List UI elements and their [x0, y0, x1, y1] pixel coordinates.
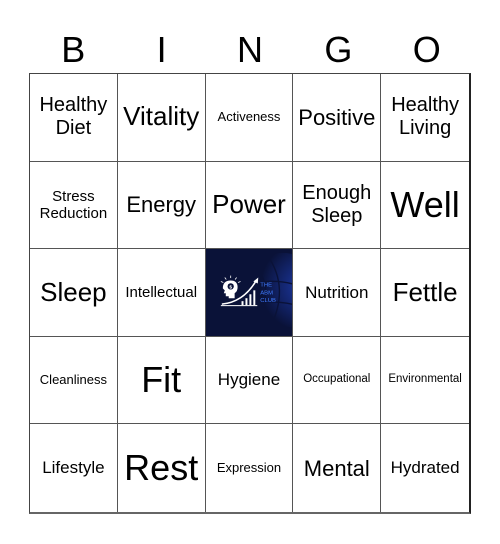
bingo-cell[interactable]: Energy [117, 161, 206, 250]
bingo-cell[interactable]: Power [205, 161, 294, 250]
svg-text:CLUB: CLUB [260, 298, 276, 304]
bingo-cell[interactable]: Vitality [117, 74, 206, 162]
header-letter-i: I [156, 29, 167, 70]
svg-text:ABM: ABM [260, 290, 273, 296]
bingo-cell[interactable]: Environmental [381, 337, 469, 425]
header-letter-g: G [324, 29, 353, 70]
bingo-cell[interactable]: Well [381, 162, 469, 250]
bingo-cell[interactable]: Expression [206, 424, 294, 512]
bingo-cell[interactable]: Nutrition [293, 249, 382, 337]
bingo-cell[interactable]: Lifestyle [30, 424, 118, 512]
header-letter-o: O [412, 29, 441, 70]
bingo-cell[interactable]: Positive [293, 74, 382, 162]
bingo-grid: Healthy Diet Vitality Activeness Positiv… [29, 73, 471, 514]
free-space[interactable]: $ THE ABM CLUB [205, 249, 294, 337]
svg-text:$: $ [229, 285, 232, 291]
bingo-cell[interactable]: Hydrated [381, 424, 469, 512]
bingo-cell[interactable]: Occupational [293, 336, 382, 425]
bingo-cell[interactable]: Mental [293, 424, 382, 512]
bingo-cell[interactable]: Intellectual [117, 249, 206, 337]
svg-text:THE: THE [260, 283, 272, 289]
bingo-cell[interactable]: Stress Reduction [30, 161, 118, 250]
bingo-cell[interactable]: Hygiene [205, 336, 294, 425]
bingo-cell[interactable]: Rest [118, 424, 206, 512]
bingo-cell[interactable]: Activeness [205, 74, 294, 162]
header-letter-b: B [61, 29, 86, 70]
bingo-card: B I N G O Healthy Diet Vitality Activene… [0, 0, 500, 544]
bingo-cell[interactable]: Enough Sleep [293, 161, 382, 250]
abm-club-logo-icon: $ THE ABM CLUB [205, 249, 293, 336]
bingo-cell[interactable]: Fettle [381, 249, 469, 337]
bingo-cell[interactable]: Fit [117, 336, 206, 425]
bingo-cell[interactable]: Cleanliness [30, 336, 118, 425]
bingo-cell[interactable]: Sleep [30, 249, 118, 337]
bingo-cell[interactable]: Healthy Diet [30, 74, 118, 162]
bingo-header: B I N G O [29, 28, 471, 72]
header-letter-n: N [236, 29, 263, 70]
bingo-cell[interactable]: Healthy Living [381, 74, 469, 162]
